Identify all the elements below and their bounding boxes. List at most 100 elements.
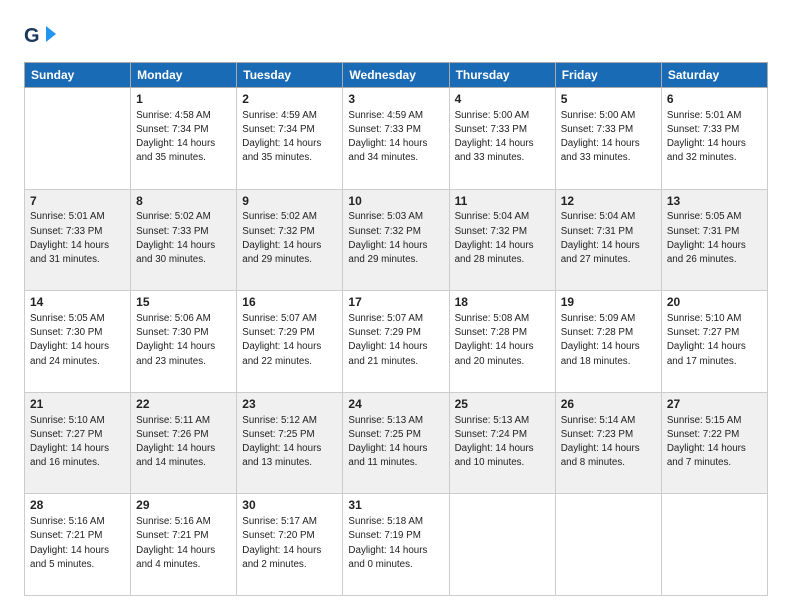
- calendar-cell: 29Sunrise: 5:16 AMSunset: 7:21 PMDayligh…: [131, 494, 237, 596]
- day-number: 13: [667, 193, 762, 210]
- calendar-header-friday: Friday: [555, 63, 661, 88]
- calendar-header-saturday: Saturday: [661, 63, 767, 88]
- calendar-cell: 14Sunrise: 5:05 AMSunset: 7:30 PMDayligh…: [25, 291, 131, 393]
- calendar-cell: 10Sunrise: 5:03 AMSunset: 7:32 PMDayligh…: [343, 189, 449, 291]
- day-info: Sunrise: 4:59 AMSunset: 7:33 PMDaylight:…: [348, 109, 443, 166]
- day-info: Sunrise: 5:04 AMSunset: 7:31 PMDaylight:…: [561, 210, 656, 267]
- day-info: Sunrise: 5:10 AMSunset: 7:27 PMDaylight:…: [30, 414, 125, 471]
- day-number: 19: [561, 294, 656, 311]
- svg-text:G: G: [24, 25, 40, 47]
- calendar-table: SundayMondayTuesdayWednesdayThursdayFrid…: [24, 62, 768, 596]
- calendar-cell: 11Sunrise: 5:04 AMSunset: 7:32 PMDayligh…: [449, 189, 555, 291]
- day-number: 18: [455, 294, 550, 311]
- calendar-cell: 31Sunrise: 5:18 AMSunset: 7:19 PMDayligh…: [343, 494, 449, 596]
- day-info: Sunrise: 5:11 AMSunset: 7:26 PMDaylight:…: [136, 414, 231, 471]
- calendar-week-row: 1Sunrise: 4:58 AMSunset: 7:34 PMDaylight…: [25, 88, 768, 190]
- calendar-cell: 18Sunrise: 5:08 AMSunset: 7:28 PMDayligh…: [449, 291, 555, 393]
- day-info: Sunrise: 5:00 AMSunset: 7:33 PMDaylight:…: [455, 109, 550, 166]
- logo-icon: G: [24, 20, 56, 52]
- calendar-cell: 23Sunrise: 5:12 AMSunset: 7:25 PMDayligh…: [237, 392, 343, 494]
- calendar-cell: 7Sunrise: 5:01 AMSunset: 7:33 PMDaylight…: [25, 189, 131, 291]
- day-info: Sunrise: 5:03 AMSunset: 7:32 PMDaylight:…: [348, 210, 443, 267]
- day-info: Sunrise: 5:18 AMSunset: 7:19 PMDaylight:…: [348, 515, 443, 572]
- day-info: Sunrise: 5:07 AMSunset: 7:29 PMDaylight:…: [348, 312, 443, 369]
- calendar-cell: 26Sunrise: 5:14 AMSunset: 7:23 PMDayligh…: [555, 392, 661, 494]
- day-info: Sunrise: 5:13 AMSunset: 7:25 PMDaylight:…: [348, 414, 443, 471]
- day-number: 17: [348, 294, 443, 311]
- day-number: 31: [348, 497, 443, 514]
- day-number: 29: [136, 497, 231, 514]
- day-number: 8: [136, 193, 231, 210]
- day-info: Sunrise: 5:16 AMSunset: 7:21 PMDaylight:…: [30, 515, 125, 572]
- day-info: Sunrise: 5:07 AMSunset: 7:29 PMDaylight:…: [242, 312, 337, 369]
- day-info: Sunrise: 5:04 AMSunset: 7:32 PMDaylight:…: [455, 210, 550, 267]
- calendar-cell: 12Sunrise: 5:04 AMSunset: 7:31 PMDayligh…: [555, 189, 661, 291]
- day-number: 23: [242, 396, 337, 413]
- day-info: Sunrise: 5:02 AMSunset: 7:32 PMDaylight:…: [242, 210, 337, 267]
- calendar-header-thursday: Thursday: [449, 63, 555, 88]
- calendar-header-tuesday: Tuesday: [237, 63, 343, 88]
- day-info: Sunrise: 5:01 AMSunset: 7:33 PMDaylight:…: [30, 210, 125, 267]
- day-number: 28: [30, 497, 125, 514]
- calendar-cell: 13Sunrise: 5:05 AMSunset: 7:31 PMDayligh…: [661, 189, 767, 291]
- day-info: Sunrise: 4:59 AMSunset: 7:34 PMDaylight:…: [242, 109, 337, 166]
- day-number: 6: [667, 91, 762, 108]
- day-info: Sunrise: 5:00 AMSunset: 7:33 PMDaylight:…: [561, 109, 656, 166]
- calendar-cell: 8Sunrise: 5:02 AMSunset: 7:33 PMDaylight…: [131, 189, 237, 291]
- calendar-cell: 16Sunrise: 5:07 AMSunset: 7:29 PMDayligh…: [237, 291, 343, 393]
- day-number: 11: [455, 193, 550, 210]
- day-number: 30: [242, 497, 337, 514]
- day-number: 5: [561, 91, 656, 108]
- calendar-cell: 6Sunrise: 5:01 AMSunset: 7:33 PMDaylight…: [661, 88, 767, 190]
- day-number: 16: [242, 294, 337, 311]
- day-info: Sunrise: 5:10 AMSunset: 7:27 PMDaylight:…: [667, 312, 762, 369]
- day-info: Sunrise: 5:08 AMSunset: 7:28 PMDaylight:…: [455, 312, 550, 369]
- calendar-cell: 19Sunrise: 5:09 AMSunset: 7:28 PMDayligh…: [555, 291, 661, 393]
- calendar-cell: 1Sunrise: 4:58 AMSunset: 7:34 PMDaylight…: [131, 88, 237, 190]
- calendar-cell: [555, 494, 661, 596]
- calendar-cell: 30Sunrise: 5:17 AMSunset: 7:20 PMDayligh…: [237, 494, 343, 596]
- calendar-cell: 28Sunrise: 5:16 AMSunset: 7:21 PMDayligh…: [25, 494, 131, 596]
- calendar-week-row: 7Sunrise: 5:01 AMSunset: 7:33 PMDaylight…: [25, 189, 768, 291]
- day-number: 10: [348, 193, 443, 210]
- day-number: 24: [348, 396, 443, 413]
- day-number: 15: [136, 294, 231, 311]
- day-info: Sunrise: 5:05 AMSunset: 7:30 PMDaylight:…: [30, 312, 125, 369]
- calendar-header-wednesday: Wednesday: [343, 63, 449, 88]
- day-info: Sunrise: 5:17 AMSunset: 7:20 PMDaylight:…: [242, 515, 337, 572]
- day-number: 3: [348, 91, 443, 108]
- day-info: Sunrise: 5:05 AMSunset: 7:31 PMDaylight:…: [667, 210, 762, 267]
- calendar-cell: [25, 88, 131, 190]
- calendar-cell: 24Sunrise: 5:13 AMSunset: 7:25 PMDayligh…: [343, 392, 449, 494]
- day-info: Sunrise: 5:15 AMSunset: 7:22 PMDaylight:…: [667, 414, 762, 471]
- calendar-cell: 22Sunrise: 5:11 AMSunset: 7:26 PMDayligh…: [131, 392, 237, 494]
- calendar-cell: 4Sunrise: 5:00 AMSunset: 7:33 PMDaylight…: [449, 88, 555, 190]
- day-number: 7: [30, 193, 125, 210]
- day-info: Sunrise: 5:01 AMSunset: 7:33 PMDaylight:…: [667, 109, 762, 166]
- day-info: Sunrise: 5:14 AMSunset: 7:23 PMDaylight:…: [561, 414, 656, 471]
- day-number: 26: [561, 396, 656, 413]
- day-info: Sunrise: 5:06 AMSunset: 7:30 PMDaylight:…: [136, 312, 231, 369]
- day-info: Sunrise: 5:16 AMSunset: 7:21 PMDaylight:…: [136, 515, 231, 572]
- calendar-cell: 17Sunrise: 5:07 AMSunset: 7:29 PMDayligh…: [343, 291, 449, 393]
- calendar-week-row: 14Sunrise: 5:05 AMSunset: 7:30 PMDayligh…: [25, 291, 768, 393]
- calendar-cell: 3Sunrise: 4:59 AMSunset: 7:33 PMDaylight…: [343, 88, 449, 190]
- calendar-header-sunday: Sunday: [25, 63, 131, 88]
- day-number: 2: [242, 91, 337, 108]
- calendar-header-monday: Monday: [131, 63, 237, 88]
- day-info: Sunrise: 5:12 AMSunset: 7:25 PMDaylight:…: [242, 414, 337, 471]
- day-number: 27: [667, 396, 762, 413]
- day-info: Sunrise: 4:58 AMSunset: 7:34 PMDaylight:…: [136, 109, 231, 166]
- calendar-cell: 2Sunrise: 4:59 AMSunset: 7:34 PMDaylight…: [237, 88, 343, 190]
- calendar-week-row: 28Sunrise: 5:16 AMSunset: 7:21 PMDayligh…: [25, 494, 768, 596]
- calendar-cell: 20Sunrise: 5:10 AMSunset: 7:27 PMDayligh…: [661, 291, 767, 393]
- day-info: Sunrise: 5:13 AMSunset: 7:24 PMDaylight:…: [455, 414, 550, 471]
- day-number: 21: [30, 396, 125, 413]
- day-number: 22: [136, 396, 231, 413]
- day-number: 20: [667, 294, 762, 311]
- calendar-header-row: SundayMondayTuesdayWednesdayThursdayFrid…: [25, 63, 768, 88]
- calendar-cell: 9Sunrise: 5:02 AMSunset: 7:32 PMDaylight…: [237, 189, 343, 291]
- day-number: 12: [561, 193, 656, 210]
- calendar-week-row: 21Sunrise: 5:10 AMSunset: 7:27 PMDayligh…: [25, 392, 768, 494]
- day-number: 14: [30, 294, 125, 311]
